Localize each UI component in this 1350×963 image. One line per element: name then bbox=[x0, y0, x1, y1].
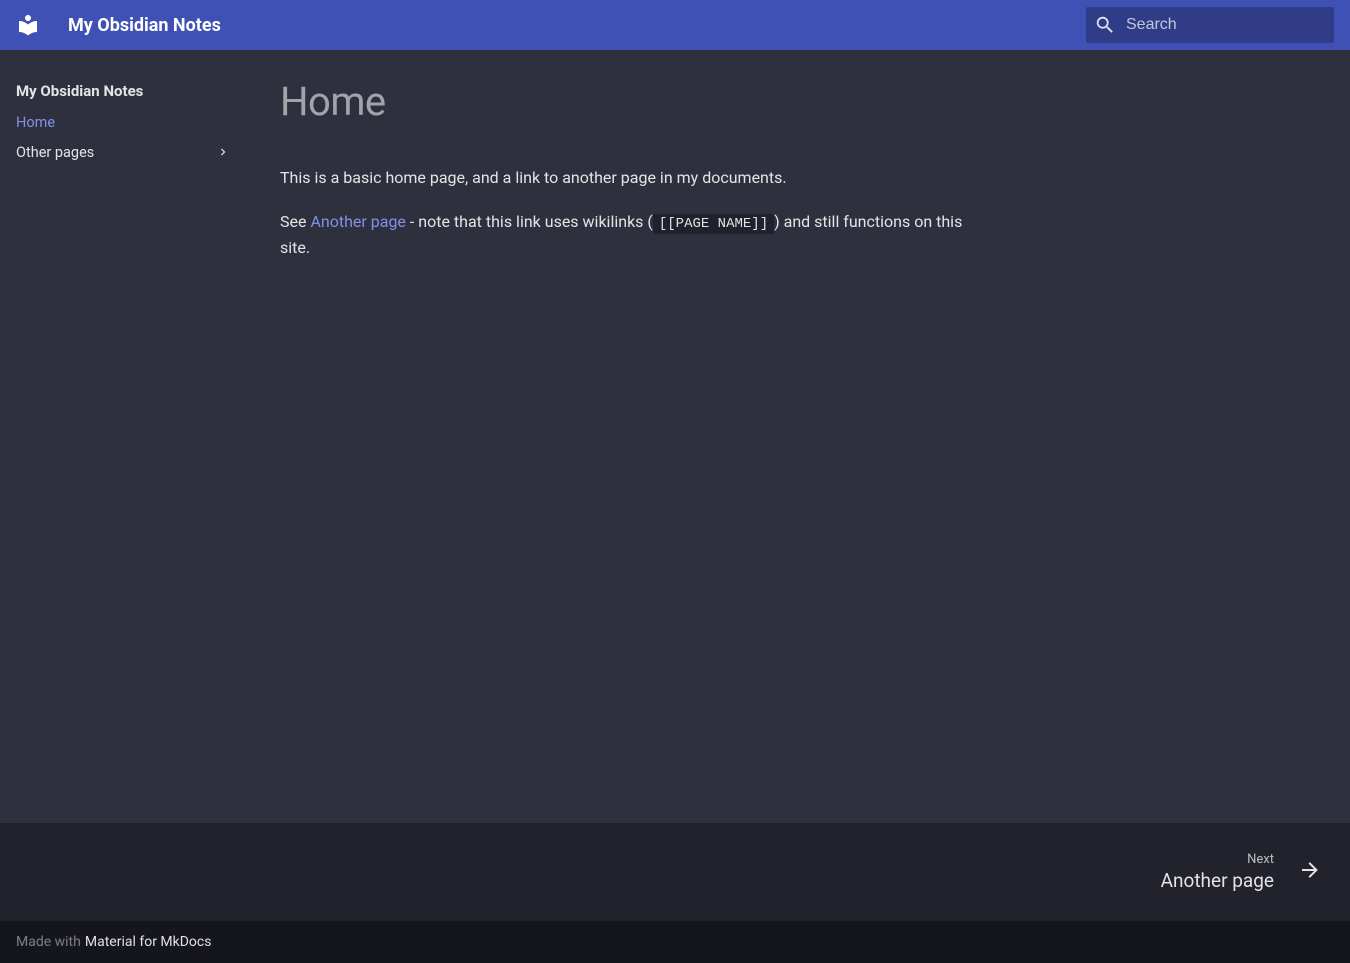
inline-code: [[PAGE NAME]] bbox=[653, 214, 774, 234]
logo-icon[interactable] bbox=[16, 13, 40, 37]
sidebar-item-other-pages[interactable]: Other pages bbox=[16, 137, 232, 167]
text: - note that this link uses wikilinks ( bbox=[406, 212, 653, 231]
paragraph: This is a basic home page, and a link to… bbox=[280, 165, 996, 191]
footer-nav: Next Another page bbox=[0, 823, 1350, 921]
sidebar-title: My Obsidian Notes bbox=[16, 74, 232, 108]
made-with-link[interactable]: Material for MkDocs bbox=[85, 934, 212, 950]
text: See bbox=[280, 212, 310, 231]
search-input[interactable] bbox=[1126, 16, 1326, 34]
footer-next-link[interactable]: Next Another page bbox=[1133, 823, 1350, 921]
footer-meta: Made with Material for MkDocs bbox=[0, 921, 1350, 963]
page-title: Home bbox=[280, 78, 996, 125]
sidebar-item-home[interactable]: Home bbox=[16, 108, 232, 137]
arrow-right-icon bbox=[1298, 858, 1322, 886]
search-icon bbox=[1094, 14, 1116, 36]
search-box[interactable] bbox=[1086, 7, 1334, 43]
paragraph: See Another page - note that this link u… bbox=[280, 209, 996, 261]
app-header: My Obsidian Notes bbox=[0, 0, 1350, 50]
body-wrap: My Obsidian Notes Home Other pages Home … bbox=[0, 50, 1296, 823]
main-content: Home This is a basic home page, and a li… bbox=[248, 50, 1028, 823]
link-another-page[interactable]: Another page bbox=[310, 212, 405, 231]
footer-next-title: Another page bbox=[1161, 869, 1274, 892]
chevron-right-icon bbox=[214, 143, 232, 161]
made-with-text: Made with bbox=[16, 934, 81, 950]
sidebar: My Obsidian Notes Home Other pages bbox=[0, 50, 248, 823]
sidebar-item-label: Other pages bbox=[16, 144, 94, 161]
sidebar-item-label: Home bbox=[16, 114, 55, 131]
footer-next-text: Next Another page bbox=[1161, 852, 1274, 892]
footer-next-label: Next bbox=[1161, 852, 1274, 867]
header-title: My Obsidian Notes bbox=[68, 15, 1070, 36]
